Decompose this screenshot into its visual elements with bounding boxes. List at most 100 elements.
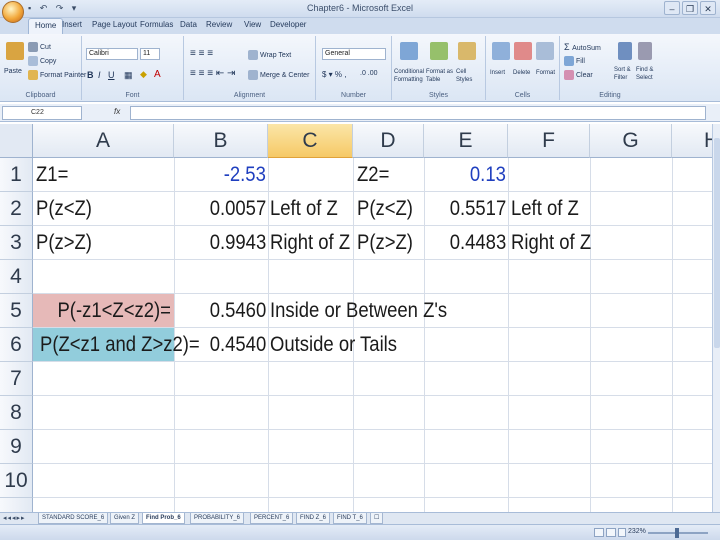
- underline-button[interactable]: U: [108, 70, 115, 80]
- restore-button[interactable]: ❐: [682, 1, 698, 15]
- cell-c5[interactable]: Inside or Between Z's: [270, 294, 447, 328]
- office-button[interactable]: [2, 1, 24, 23]
- cell-d2[interactable]: P(z<Z): [357, 192, 413, 226]
- row-header-9[interactable]: 9: [0, 430, 33, 464]
- paste-button[interactable]: Paste: [4, 68, 22, 75]
- sheet-tab-probability[interactable]: PROBABILITY_6: [190, 513, 245, 524]
- cell-styles-button[interactable]: Cell Styles: [456, 68, 482, 84]
- sheet-nav-arrows[interactable]: ◂◂◂▸▸: [3, 514, 26, 522]
- name-box[interactable]: C22: [2, 106, 82, 120]
- borders-icon[interactable]: ▦: [124, 70, 133, 81]
- cell-f2[interactable]: Left of Z: [511, 192, 579, 226]
- fx-icon[interactable]: fx: [114, 107, 120, 116]
- font-size-select[interactable]: 11: [140, 48, 160, 60]
- column-header-g[interactable]: G: [590, 124, 672, 158]
- normal-view-icon[interactable]: [594, 528, 604, 537]
- sheet-tab-percent[interactable]: PERCENT_6: [250, 513, 294, 524]
- delete-button[interactable]: Delete: [513, 70, 530, 76]
- scrollbar-thumb[interactable]: [714, 138, 720, 348]
- row-header-5[interactable]: 5: [0, 294, 33, 328]
- sheet-tab-standard-score[interactable]: STANDARD SCORE_6: [38, 513, 109, 524]
- sheet-tab-given-z[interactable]: Given Z: [110, 513, 140, 524]
- insert-sheet-icon[interactable]: ☐: [370, 513, 384, 524]
- cell-e3[interactable]: 0.4483: [449, 226, 506, 260]
- cell-b5[interactable]: 0.5460: [209, 294, 266, 328]
- align-left-icon[interactable]: ≡ ≡ ≡ ⇤ ⇥: [190, 68, 235, 79]
- autosum-button[interactable]: Σ AutoSum: [564, 42, 601, 52]
- zoom-slider-knob[interactable]: [675, 528, 679, 538]
- insert-button[interactable]: Insert: [490, 70, 505, 76]
- font-family-select[interactable]: Calibri: [86, 48, 138, 60]
- cell-b1[interactable]: -2.53: [224, 158, 266, 192]
- currency-icon[interactable]: $ ▾ % ,: [322, 70, 346, 79]
- cell-f3[interactable]: Right of Z: [511, 226, 591, 260]
- column-header-e[interactable]: E: [424, 124, 508, 158]
- cell-a5[interactable]: P(-z1<Z<z2)=: [58, 294, 171, 328]
- format-painter-button[interactable]: Format Painter: [28, 70, 86, 80]
- align-top-icon[interactable]: ≡ ≡ ≡: [190, 48, 213, 59]
- wrap-text-button[interactable]: Wrap Text: [248, 50, 291, 60]
- select-all-corner[interactable]: [0, 124, 33, 158]
- cut-button[interactable]: Cut: [28, 42, 51, 52]
- tab-developer[interactable]: Developer: [270, 20, 306, 29]
- conditional-formatting-button[interactable]: Conditional Formatting: [394, 68, 424, 84]
- tab-data[interactable]: Data: [180, 20, 197, 29]
- cell-d1[interactable]: Z2=: [357, 158, 389, 192]
- row-header-1[interactable]: 1: [0, 158, 33, 192]
- column-header-d[interactable]: D: [353, 124, 424, 158]
- page-layout-view-icon[interactable]: [606, 528, 616, 537]
- decimal-icon[interactable]: .0 .00: [360, 70, 378, 77]
- row-header-11[interactable]: [0, 498, 33, 512]
- row-header-2[interactable]: 2: [0, 192, 33, 226]
- merge-center-button[interactable]: Merge & Center: [248, 70, 309, 80]
- format-button[interactable]: Format: [536, 70, 555, 76]
- format-as-table-button[interactable]: Format as Table: [426, 68, 454, 84]
- cell-a3[interactable]: P(z>Z): [36, 226, 92, 260]
- cell-c6[interactable]: Outside or Tails: [270, 328, 397, 362]
- column-header-f[interactable]: F: [508, 124, 590, 158]
- cell-d3[interactable]: P(z>Z): [357, 226, 413, 260]
- cell-a1[interactable]: Z1=: [36, 158, 68, 192]
- page-break-view-icon[interactable]: [618, 528, 626, 537]
- cell-e1[interactable]: 0.13: [470, 158, 506, 192]
- tab-home[interactable]: Home: [28, 18, 64, 34]
- sheet-tab-find-prob[interactable]: Find Prob_6: [142, 513, 185, 524]
- sheet-tab-find-z[interactable]: FIND Z_6: [296, 513, 331, 524]
- bold-button[interactable]: B: [87, 70, 94, 80]
- copy-button[interactable]: Copy: [28, 56, 56, 66]
- formula-input[interactable]: [130, 106, 706, 120]
- fill-color-icon[interactable]: ◆: [140, 69, 147, 80]
- tab-page-layout[interactable]: Page Layout: [92, 20, 137, 29]
- cell-b6[interactable]: 0.4540: [209, 328, 266, 362]
- number-format-select[interactable]: General: [322, 48, 386, 60]
- tab-formulas[interactable]: Formulas: [140, 20, 173, 29]
- row-header-3[interactable]: 3: [0, 226, 33, 260]
- cell-c3[interactable]: Right of Z: [270, 226, 350, 260]
- column-header-a[interactable]: A: [33, 124, 174, 158]
- cell-b3[interactable]: 0.9943: [209, 226, 266, 260]
- cell-e2[interactable]: 0.5517: [449, 192, 506, 226]
- row-header-6[interactable]: 6: [0, 328, 33, 362]
- cell-a6[interactable]: P(Z<z1 and Z>z2)=: [40, 328, 200, 362]
- cell-b2[interactable]: 0.0057: [209, 192, 266, 226]
- zoom-level[interactable]: 232%: [628, 528, 646, 535]
- vertical-scrollbar[interactable]: [712, 124, 720, 512]
- italic-button[interactable]: I: [98, 70, 101, 80]
- cell-a2[interactable]: P(z<Z): [36, 192, 92, 226]
- sort-filter-button[interactable]: Sort & Filter: [614, 66, 636, 82]
- tab-view[interactable]: View: [244, 20, 261, 29]
- column-header-b[interactable]: B: [174, 124, 268, 158]
- fill-button[interactable]: Fill: [564, 56, 585, 66]
- close-button[interactable]: ✕: [700, 1, 716, 15]
- minimize-button[interactable]: –: [664, 1, 680, 15]
- tab-review[interactable]: Review: [206, 20, 232, 29]
- tab-insert[interactable]: Insert: [62, 20, 82, 29]
- row-header-7[interactable]: 7: [0, 362, 33, 396]
- cell-c2[interactable]: Left of Z: [270, 192, 338, 226]
- row-header-10[interactable]: 10: [0, 464, 33, 498]
- font-color-icon[interactable]: A: [154, 69, 161, 80]
- sheet-tab-find-t[interactable]: FIND T_6: [333, 513, 367, 524]
- row-header-8[interactable]: 8: [0, 396, 33, 430]
- clear-button[interactable]: Clear: [564, 70, 593, 80]
- column-header-c[interactable]: C: [268, 124, 353, 158]
